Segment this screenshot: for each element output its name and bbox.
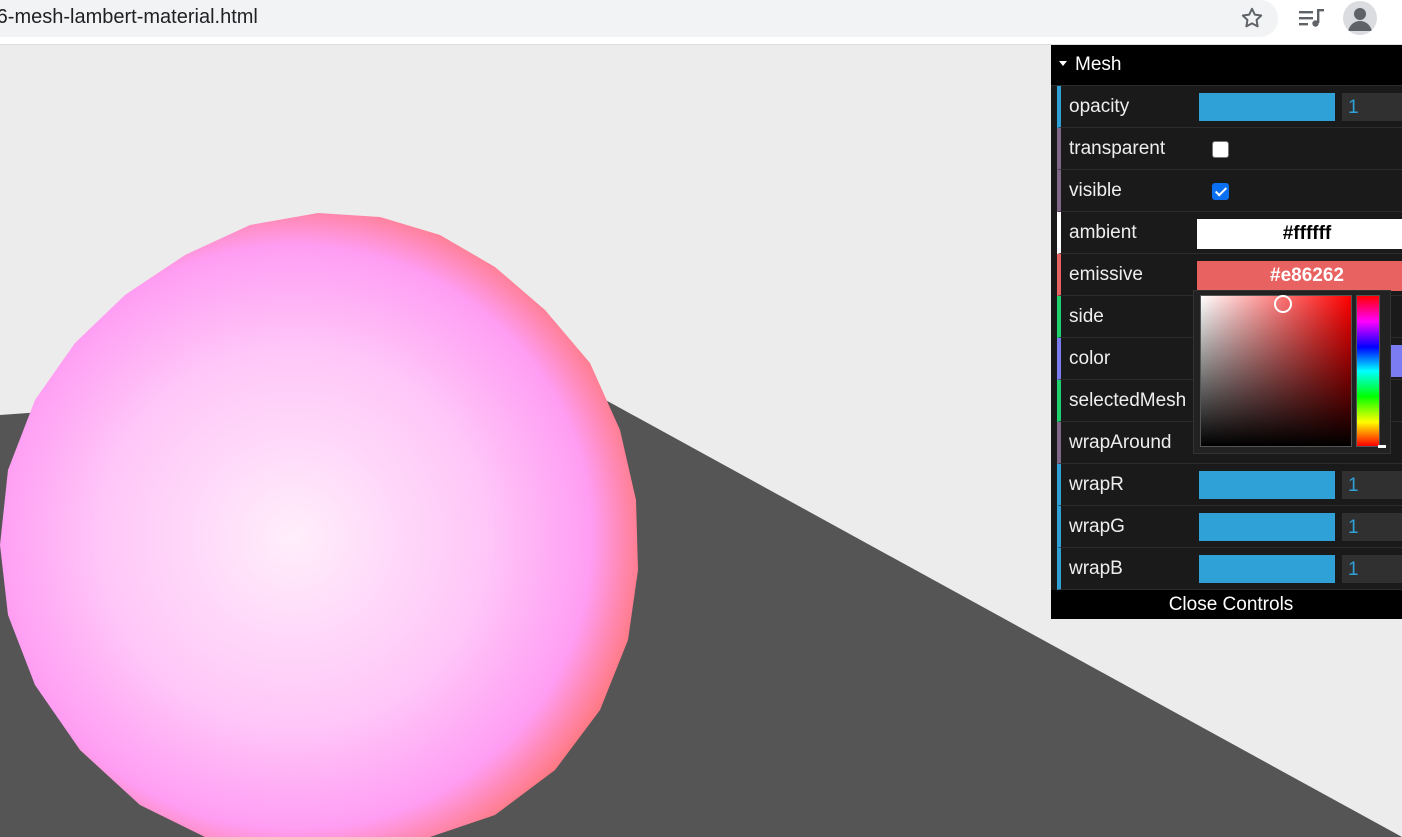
- control-label: wrapB: [1069, 558, 1123, 579]
- control-label: emissive: [1069, 264, 1143, 285]
- control-row-ambient: ambient #ffffff: [1057, 212, 1402, 254]
- wrapB-slider[interactable]: [1199, 555, 1335, 583]
- caret-down-icon: [1059, 61, 1067, 67]
- wrapR-number-input[interactable]: 1: [1342, 471, 1402, 499]
- control-label: side: [1069, 306, 1104, 327]
- control-row-transparent: transparent: [1057, 128, 1402, 170]
- transparent-checkbox[interactable]: [1212, 141, 1229, 158]
- emissive-color-input[interactable]: #e86262: [1197, 261, 1402, 291]
- wrapG-number-input[interactable]: 1: [1342, 513, 1402, 541]
- folder-title[interactable]: Mesh: [1051, 45, 1402, 86]
- address-bar[interactable]: /06-mesh-lambert-material.html: [0, 0, 1278, 37]
- close-controls-button[interactable]: Close Controls: [1051, 590, 1402, 619]
- ambient-color-input[interactable]: #ffffff: [1197, 219, 1402, 249]
- opacity-number-input[interactable]: 1: [1342, 93, 1402, 121]
- visible-checkbox[interactable]: [1212, 183, 1229, 200]
- control-row-wrapR: wrapR 1: [1057, 464, 1402, 506]
- control-row-opacity: opacity 1: [1057, 86, 1402, 128]
- control-row-visible: visible: [1057, 170, 1402, 212]
- url-text[interactable]: /06-mesh-lambert-material.html: [0, 6, 258, 29]
- control-label: color: [1069, 348, 1111, 369]
- control-row-wrapB: wrapB 1: [1057, 548, 1402, 590]
- control-label: ambient: [1069, 222, 1137, 243]
- hue-slider[interactable]: [1356, 295, 1380, 447]
- wrapR-slider[interactable]: [1199, 471, 1335, 499]
- saturation-value-field[interactable]: [1200, 295, 1352, 447]
- wrapB-number-input[interactable]: 1: [1342, 555, 1402, 583]
- saturation-value-knob[interactable]: [1274, 295, 1292, 313]
- color-picker-popup: [1193, 290, 1391, 454]
- control-label: wrapAround: [1069, 432, 1172, 453]
- control-label: transparent: [1069, 138, 1166, 159]
- media-control-icon[interactable]: [1298, 5, 1326, 31]
- control-label: wrapG: [1069, 516, 1125, 537]
- control-label: selectedMesh: [1069, 390, 1187, 411]
- control-label: opacity: [1069, 96, 1130, 117]
- profile-avatar-icon[interactable]: [1343, 1, 1377, 35]
- wrapG-slider[interactable]: [1199, 513, 1335, 541]
- star-icon[interactable]: [1239, 5, 1265, 31]
- opacity-slider[interactable]: [1199, 93, 1335, 121]
- hue-knob[interactable]: [1378, 445, 1386, 448]
- control-label: wrapR: [1069, 474, 1124, 495]
- control-label: visible: [1069, 180, 1122, 201]
- browser-toolbar: /06-mesh-lambert-material.html: [0, 0, 1402, 45]
- control-row-wrapG: wrapG 1: [1057, 506, 1402, 548]
